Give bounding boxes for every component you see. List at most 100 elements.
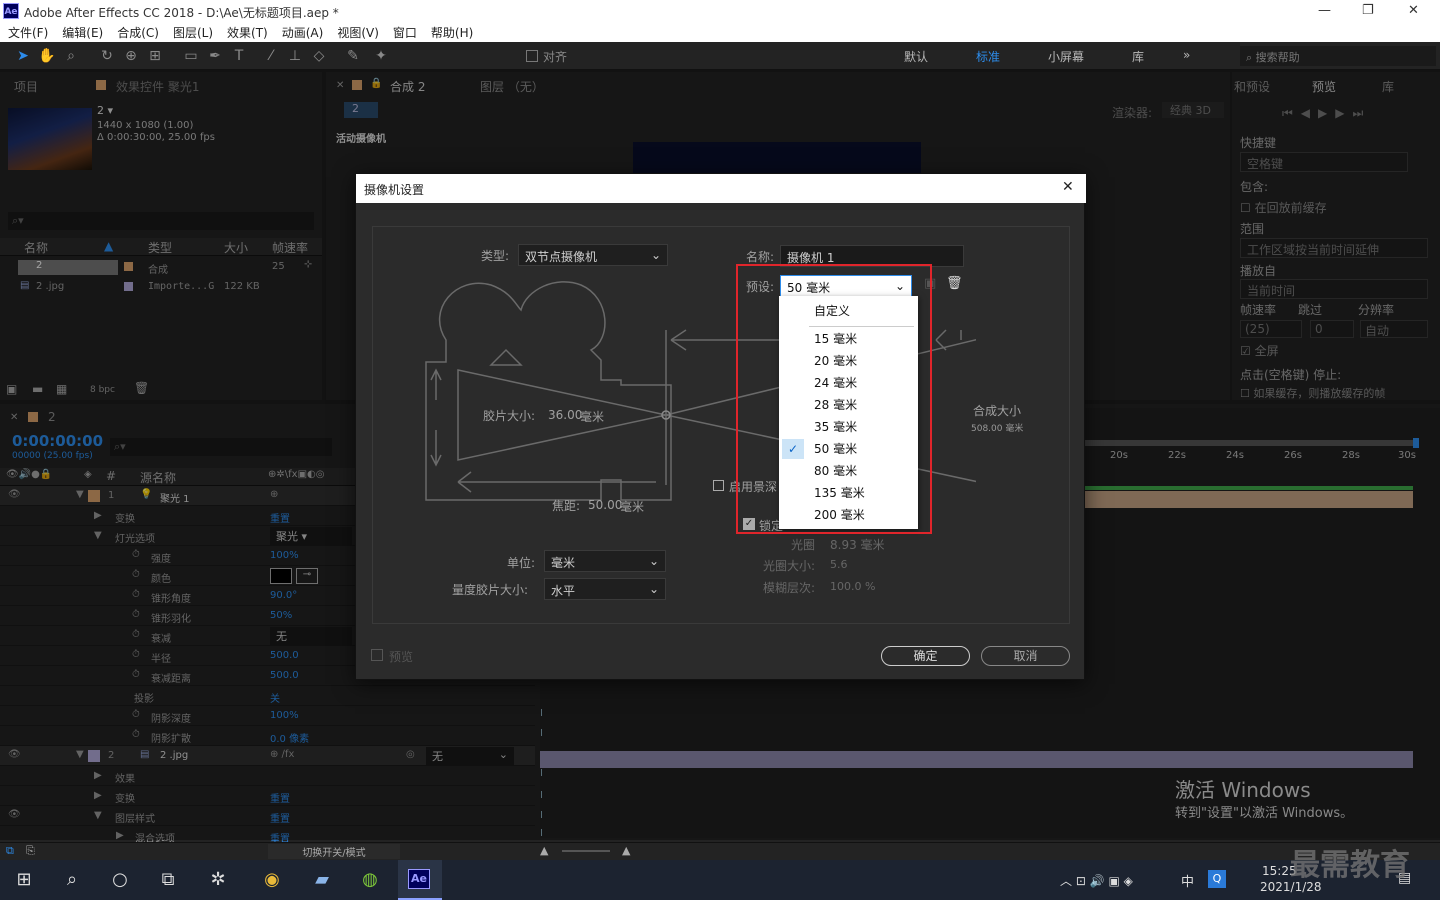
units-label: 单位:	[507, 556, 536, 570]
type-label: 类型:	[481, 249, 510, 263]
cortana-icon[interactable]: ○	[102, 866, 138, 894]
text-tool-icon[interactable]: T	[230, 47, 248, 65]
preview-checkbox[interactable]	[371, 649, 383, 661]
preview-label: 预览	[389, 650, 414, 664]
align-label: 对齐	[543, 50, 568, 64]
qq-icon[interactable]: Q	[1208, 870, 1226, 888]
zoom-slider[interactable]	[562, 850, 610, 852]
help-search-input[interactable]: ⌕ 搜索帮助	[1240, 46, 1436, 66]
menu-view[interactable]: 视图(V)	[337, 24, 379, 41]
workspace-small-screen[interactable]: 小屏幕	[1048, 48, 1084, 65]
menu-edit[interactable]: 编辑(E)	[62, 24, 103, 41]
blur-level-label: 模糊层次:	[763, 581, 816, 595]
dof-checkbox[interactable]	[713, 480, 724, 491]
window-title: Adobe After Effects CC 2018 - D:\Ae\无标题项…	[24, 6, 339, 20]
hand-tool-icon[interactable]: ✋	[38, 47, 56, 65]
menu-help[interactable]: 帮助(H)	[431, 24, 473, 41]
cancel-button[interactable]: 取消	[981, 646, 1070, 666]
roto-tool-icon[interactable]: ✎	[344, 47, 362, 65]
film-size-value[interactable]: 36.00	[548, 408, 582, 422]
camera-type-value: 双节点摄像机	[525, 250, 598, 264]
camera-type-select[interactable]: 双节点摄像机 ⌄	[518, 244, 668, 266]
toggle-switches-modes-button[interactable]: 切换开关/模式	[268, 844, 400, 859]
fstop-label: 光圈大小:	[763, 559, 816, 573]
units-select[interactable]: 毫米 ⌄	[544, 550, 666, 572]
chevron-down-icon: ⌄	[650, 248, 661, 262]
media-app-icon[interactable]: ◍	[352, 866, 388, 894]
chrome-icon[interactable]: ◉	[254, 866, 290, 894]
ok-button[interactable]: 确定	[881, 646, 970, 666]
minimize-button[interactable]: —	[1318, 3, 1331, 18]
zoom-out-icon[interactable]: ▲	[540, 844, 548, 857]
windows-taskbar: ⊞ ⌕ ○ ⧉ ✲ ◉ ▰ ◍ Ae ︿ ⊡ 🔊 ▣ ◈ 中 Q 15:25 2…	[0, 860, 1440, 900]
chevron-down-icon: ⌄	[648, 582, 659, 596]
menu-bar: 文件(F) 编辑(E) 合成(C) 图层(L) 效果(T) 动画(A) 视图(V…	[0, 22, 1440, 42]
system-tray-icons[interactable]: ︿ ⊡ 🔊 ▣ ◈	[1060, 872, 1133, 889]
rectangle-tool-icon[interactable]: ▭	[182, 47, 200, 65]
more-workspaces-icon[interactable]: »	[1183, 48, 1190, 62]
dialog-title-bar: 摄像机设置 ✕	[356, 174, 1086, 203]
menu-composition[interactable]: 合成(C)	[117, 24, 159, 41]
ime-indicator[interactable]: 中	[1181, 871, 1194, 890]
zoom-in-icon[interactable]: ▲	[622, 844, 630, 857]
focal-length-unit: 毫米	[620, 500, 645, 514]
brand-watermark: 最需教育	[1290, 848, 1410, 883]
measure-film-value: 水平	[551, 584, 576, 598]
aperture-value: 8.93 毫米	[830, 538, 885, 552]
pen-tool-icon[interactable]: ✒	[206, 47, 224, 65]
render-icon[interactable]: ⎘	[26, 844, 35, 858]
camera-settings-dialog: 摄像机设置 ✕ 类型: 双节点摄像机 ⌄ 名称: 摄像机 1 预设: 50 毫米 ⌄…	[355, 173, 1086, 680]
aperture-label: 光圈	[791, 538, 816, 552]
align-checkbox[interactable]	[526, 50, 538, 62]
measure-film-label: 量度胶片大小:	[452, 583, 529, 597]
help-search-placeholder: 搜索帮助	[1255, 51, 1300, 64]
menu-animation[interactable]: 动画(A)	[282, 24, 324, 41]
focal-length-label: 焦距:	[552, 499, 581, 513]
puppet-tool-icon[interactable]: ✦	[372, 47, 390, 65]
camera-tool-icon[interactable]: ⊕	[122, 47, 140, 65]
ae-taskbar-icon: Ae	[408, 869, 430, 889]
close-window-button[interactable]: ✕	[1408, 3, 1419, 18]
focal-length-value[interactable]: 50.00	[588, 498, 622, 512]
selection-tool-icon[interactable]: ➤	[14, 47, 32, 65]
maximize-button[interactable]: ❐	[1362, 3, 1374, 18]
windows-start-icon[interactable]: ⊞	[6, 866, 42, 894]
workspace-standard[interactable]: 标准	[976, 48, 1000, 65]
menu-layer[interactable]: 图层(L)	[173, 24, 213, 41]
timeline-status-bar: ⧉ ⎘ 切换开关/模式 ▲ ▲	[0, 842, 1440, 860]
workspace-default[interactable]: 默认	[904, 48, 928, 65]
clone-tool-icon[interactable]: ⊥	[286, 47, 304, 65]
film-size-unit: 毫米	[580, 410, 605, 424]
comp-flowchart-icon[interactable]: ⧉	[6, 844, 14, 858]
units-value: 毫米	[551, 556, 576, 570]
activate-windows-title: 激活 Windows	[1175, 778, 1311, 802]
chevron-down-icon: ⌄	[648, 554, 659, 568]
zoom-tool-icon[interactable]: ⌕	[62, 47, 80, 65]
fstop-value: 5.6	[830, 558, 848, 571]
menu-file[interactable]: 文件(F)	[8, 24, 48, 41]
task-view-icon[interactable]: ⧉	[150, 866, 186, 894]
title-bar: Ae Adobe After Effects CC 2018 - D:\Ae\无…	[0, 0, 1440, 22]
dialog-close-button[interactable]: ✕	[1062, 179, 1074, 195]
dialog-title: 摄像机设置	[364, 183, 425, 197]
highlight-box	[736, 264, 932, 534]
after-effects-taskbar-button[interactable]: Ae	[398, 860, 442, 900]
rotate-tool-icon[interactable]: ↻	[98, 47, 116, 65]
tools-toolbar: ➤ ✋ ⌕ ↻ ⊕ ⊞ ▭ ✒ T ⁄ ⊥ ◇ ✎ ✦ 对齐 默认 标准 小屏幕…	[0, 42, 1440, 70]
workspace-library[interactable]: 库	[1132, 48, 1144, 65]
brush-tool-icon[interactable]: ⁄	[262, 47, 280, 65]
blur-level-value: 100.0 %	[830, 580, 876, 593]
measure-film-select[interactable]: 水平 ⌄	[544, 578, 666, 600]
film-size-label: 胶片大小:	[483, 409, 536, 423]
notepad-icon[interactable]: ▰	[304, 866, 340, 894]
app-pinwheel-icon[interactable]: ✲	[200, 866, 236, 894]
pan-behind-tool-icon[interactable]: ⊞	[146, 47, 164, 65]
comp-size-value: 508.00 毫米	[971, 424, 1024, 434]
eraser-tool-icon[interactable]: ◇	[310, 47, 328, 65]
menu-window[interactable]: 窗口	[393, 24, 417, 41]
menu-effect[interactable]: 效果(T)	[227, 24, 268, 41]
ae-logo-icon: Ae	[3, 3, 19, 19]
comp-size-label: 合成大小	[973, 404, 1022, 418]
activate-windows-subtitle: 转到"设置"以激活 Windows。	[1175, 806, 1354, 821]
search-icon[interactable]: ⌕	[54, 866, 90, 894]
